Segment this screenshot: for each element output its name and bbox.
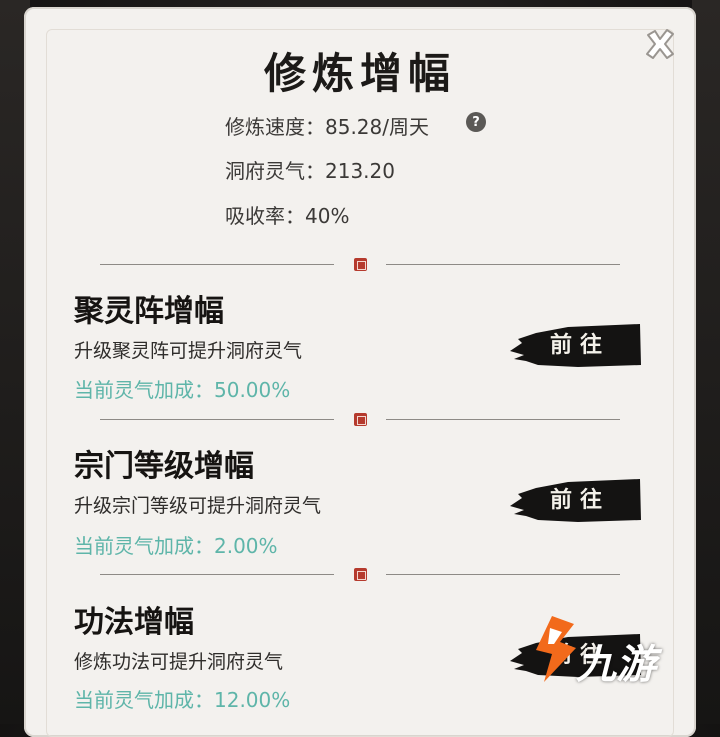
- flame-logo-icon: [536, 616, 576, 682]
- section-divider: [100, 568, 620, 582]
- goto-button-label: 前往: [549, 332, 610, 358]
- section-title: 聚灵阵增幅: [74, 294, 224, 329]
- watermark-text: 九游: [576, 642, 656, 688]
- cave-spirit-energy: 洞府灵气：213.20: [225, 159, 395, 183]
- section-title: 功法增幅: [74, 605, 194, 640]
- seal-icon: [354, 258, 367, 271]
- absorption-rate: 吸收率：40%: [225, 204, 350, 228]
- watermark-logo: 九游: [530, 612, 710, 692]
- section-description: 修炼功法可提升洞府灵气: [74, 651, 284, 673]
- section-description: 升级聚灵阵可提升洞府灵气: [74, 340, 303, 362]
- section-bonus: 当前灵气加成：50.00%: [74, 378, 291, 402]
- seal-icon: [354, 413, 367, 426]
- goto-button-sect-level[interactable]: 前往: [508, 476, 642, 524]
- dialog-title: 修炼增幅: [263, 49, 456, 98]
- section-divider: [100, 413, 620, 427]
- goto-button-formation[interactable]: 前往: [508, 321, 642, 369]
- section-divider: [100, 258, 620, 272]
- goto-button-label: 前往: [549, 487, 610, 513]
- section-title: 宗门等级增幅: [74, 449, 254, 484]
- help-icon[interactable]: ?: [466, 112, 486, 132]
- section-bonus: 当前灵气加成：12.00%: [74, 688, 291, 712]
- cultivation-speed: 修炼速度：85.28/周天: [225, 115, 429, 139]
- seal-icon: [354, 568, 367, 581]
- section-bonus: 当前灵气加成：2.00%: [74, 534, 278, 558]
- section-description: 升级宗门等级可提升洞府灵气: [74, 495, 322, 517]
